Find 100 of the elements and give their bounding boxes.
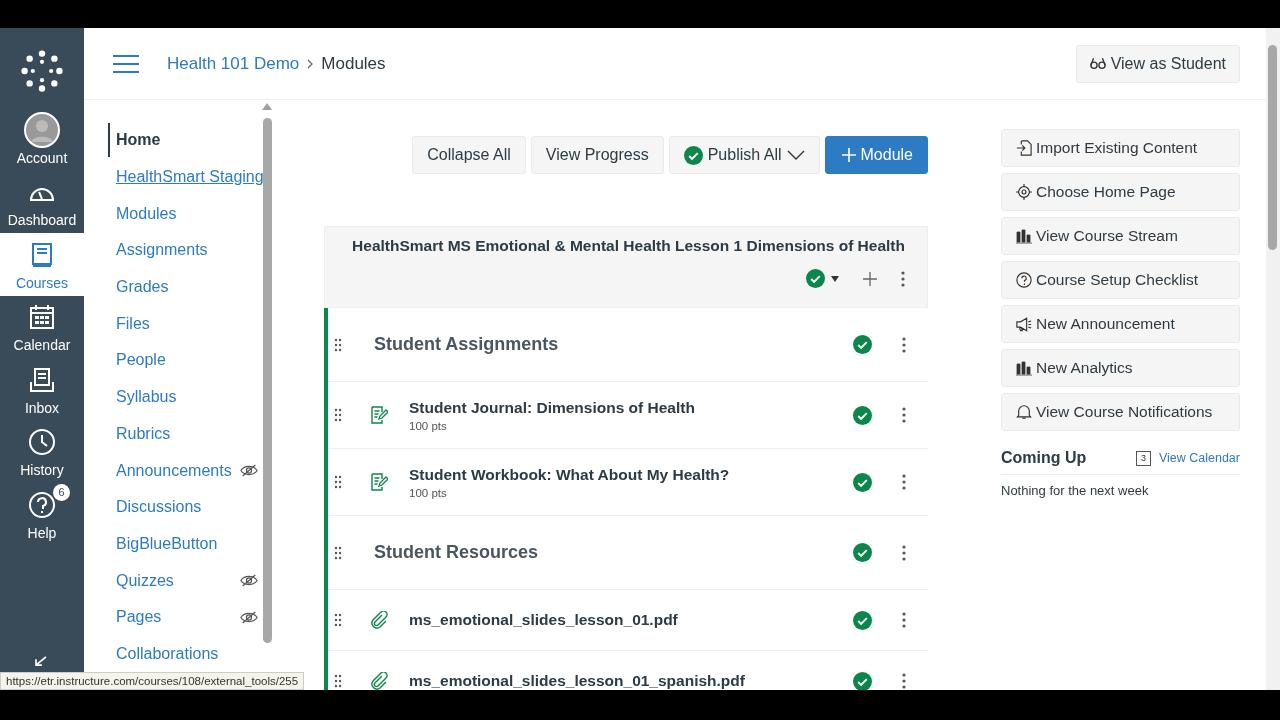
clock-icon: [28, 428, 56, 457]
course-nav-link[interactable]: HealthSmart Staging: [108, 160, 264, 195]
avatar-icon: [24, 111, 60, 148]
publish-all-button[interactable]: Publish All: [668, 136, 820, 174]
sidebar-action-button[interactable]: View Course Notifications: [1001, 393, 1240, 431]
bar-chart-icon: [1016, 228, 1032, 244]
more-options-icon[interactable]: [902, 407, 906, 423]
glasses-icon: [1089, 57, 1106, 70]
status-url: https://etr.instructure.com/courses/108/external_tools/255: [0, 672, 305, 690]
assignment-icon: [370, 406, 388, 424]
sidebar-action-button[interactable]: Import Existing Content: [1001, 129, 1240, 167]
published-check-icon: [806, 269, 825, 288]
menu-icon[interactable]: [113, 54, 139, 73]
more-options-icon[interactable]: [902, 336, 906, 353]
caret-icon: [831, 275, 839, 282]
module-title[interactable]: HealthSmart MS Emotional & Mental Health Lesson 1 Dimensions of Health: [352, 237, 905, 255]
plus-icon[interactable]: [863, 271, 877, 286]
more-options-icon[interactable]: [902, 612, 906, 628]
drag-handle-icon[interactable]: [334, 337, 342, 352]
item-title-link[interactable]: Student Workbook: What About My Health?: [409, 465, 730, 484]
help-icon: [1016, 272, 1032, 288]
published-check-icon[interactable]: [853, 671, 872, 690]
published-check-icon[interactable]: [853, 405, 872, 425]
published-check-icon[interactable]: [853, 472, 872, 492]
course-nav-link[interactable]: Announcements: [108, 453, 232, 488]
breadcrumb-link[interactable]: Health 101 Demo: [167, 53, 300, 74]
sidebar-action-button[interactable]: New Analytics: [1001, 349, 1240, 387]
published-check-icon[interactable]: [853, 610, 872, 630]
course-nav-link[interactable]: Syllabus: [108, 380, 177, 415]
item-title-link[interactable]: ms_emotional_slides_lesson_01_spanish.pdf: [409, 672, 745, 690]
inbox-icon: [29, 366, 55, 393]
drag-handle-icon[interactable]: [334, 475, 342, 489]
course-nav-link[interactable]: People: [108, 343, 166, 378]
points-label: 100 pts: [409, 419, 448, 432]
drag-handle-icon[interactable]: [334, 613, 342, 627]
view-calendar-link[interactable]: View Calendar: [1158, 451, 1240, 465]
published-check-icon[interactable]: [853, 335, 872, 354]
bar-chart-icon: [1016, 360, 1032, 376]
more-options-icon[interactable]: [902, 673, 906, 689]
more-options-icon[interactable]: [902, 474, 906, 490]
points-label: 100 pts: [409, 486, 448, 499]
chevron-icon: [307, 58, 314, 69]
text-header: Student Assignments: [374, 334, 559, 355]
course-nav-link[interactable]: Modules: [108, 196, 177, 231]
course-nav-link[interactable]: Grades: [108, 270, 169, 305]
global-nav-item[interactable]: History: [0, 420, 84, 483]
global-nav-item[interactable]: Account: [0, 108, 84, 171]
notification-badge: 6: [53, 483, 70, 501]
book-icon: [30, 241, 54, 268]
more-options-icon[interactable]: [901, 270, 905, 287]
course-nav-link[interactable]: Home: [108, 123, 161, 158]
global-nav-item[interactable]: Calendar: [0, 295, 84, 358]
paperclip-icon: [370, 672, 388, 690]
item-title-link[interactable]: Student Journal: Dimensions of Health: [409, 398, 695, 417]
publish-status-menu[interactable]: [806, 269, 839, 288]
logo-icon: [20, 49, 64, 93]
calendar-icon: [29, 304, 55, 331]
course-nav-link[interactable]: Assignments: [108, 233, 208, 268]
course-nav-link[interactable]: Discussions: [108, 490, 202, 525]
sidebar-action-button[interactable]: View Course Stream: [1001, 217, 1240, 255]
assignment-icon: [370, 473, 388, 491]
global-nav-item[interactable]: Courses: [0, 233, 84, 296]
scrollbar[interactable]: [262, 103, 272, 645]
bell-icon: [1016, 404, 1032, 420]
global-nav-item[interactable]: Inbox: [0, 358, 84, 421]
add-module-button[interactable]: Module: [824, 136, 928, 174]
more-options-icon[interactable]: [902, 544, 906, 561]
collapse-arrow-icon[interactable]: [34, 656, 48, 666]
page-title: Modules: [321, 53, 386, 74]
sidebar-action-button[interactable]: Choose Home Page: [1001, 173, 1240, 211]
course-nav-link[interactable]: Collaborations: [108, 636, 219, 671]
global-nav-item[interactable]: 6 Help: [0, 483, 84, 546]
target-icon: [1016, 184, 1032, 200]
text-header: Student Resources: [374, 542, 539, 563]
published-check-icon[interactable]: [853, 543, 872, 562]
toolbar-button[interactable]: Collapse All: [412, 136, 526, 174]
help-icon: [28, 490, 56, 519]
global-nav-item[interactable]: Dashboard: [0, 170, 84, 233]
view-as-student-button[interactable]: View as Student: [1075, 44, 1240, 83]
megaphone-icon: [1016, 316, 1032, 332]
drag-handle-icon[interactable]: [334, 408, 342, 422]
plus-icon: [841, 148, 856, 162]
course-nav-link[interactable]: Quizzes: [108, 563, 174, 598]
calendar-icon: 3: [1135, 450, 1151, 466]
import-icon: [1016, 140, 1032, 156]
course-nav-link[interactable]: Pages: [108, 600, 162, 635]
caret-icon: [786, 150, 805, 160]
toolbar-button[interactable]: View Progress: [530, 136, 664, 174]
course-nav-link[interactable]: BigBlueButton: [108, 526, 218, 561]
published-check-icon: [683, 145, 703, 165]
scrollbar[interactable]: [1266, 28, 1280, 690]
course-nav-link[interactable]: Files: [108, 306, 150, 341]
course-nav-link[interactable]: Rubrics: [108, 416, 171, 451]
sidebar-action-button[interactable]: Course Setup Checklist: [1001, 261, 1240, 299]
item-title-link[interactable]: ms_emotional_slides_lesson_01.pdf: [409, 611, 678, 629]
drag-handle-icon[interactable]: [334, 674, 342, 688]
coming-up-heading: Coming Up: [1001, 449, 1087, 467]
sidebar-action-button[interactable]: New Announcement: [1001, 305, 1240, 343]
paperclip-icon: [370, 611, 388, 629]
drag-handle-icon[interactable]: [334, 545, 342, 560]
